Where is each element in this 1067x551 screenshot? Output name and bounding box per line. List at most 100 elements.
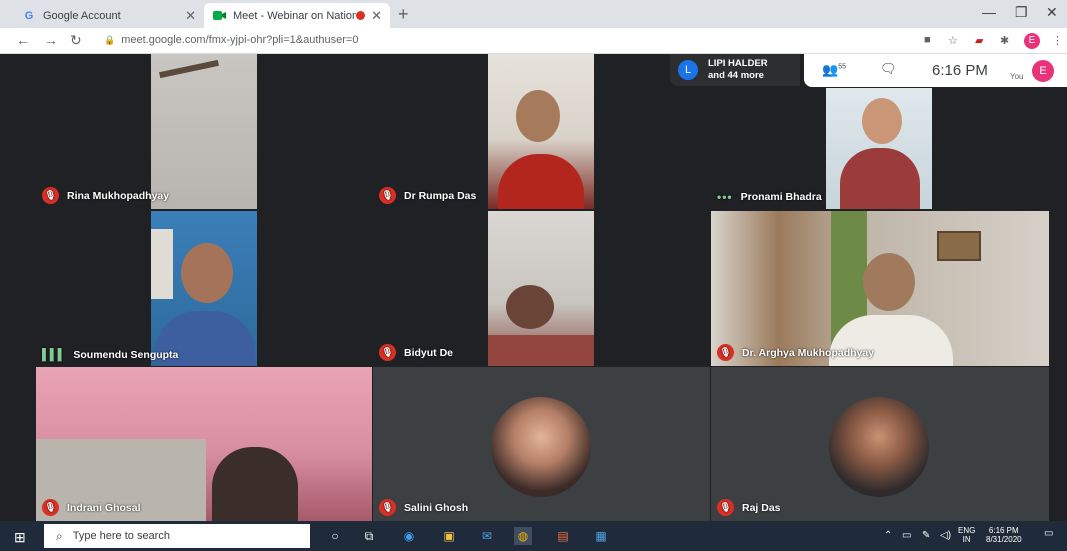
google-icon: G	[24, 9, 34, 22]
video-feed	[488, 211, 594, 366]
tab-label: Meet - Webinar on National	[233, 9, 357, 22]
participant-name: 🎙 Rina Mukhopadhyay	[42, 187, 169, 204]
mic-off-icon: 🎙	[42, 187, 59, 204]
face	[506, 285, 554, 329]
ceiling-fan-icon	[159, 59, 219, 79]
meet-icon	[212, 9, 226, 23]
url-field[interactable]: 🔒 meet.google.com/fmx-yjpi-ohr?pli=1&auth…	[104, 34, 358, 46]
back-icon[interactable]: ←	[16, 32, 30, 48]
face	[862, 98, 902, 144]
language-indicator[interactable]: ENG IN	[958, 526, 975, 544]
lock-icon: 🔒	[104, 35, 116, 45]
picture-frame	[937, 231, 981, 261]
participant-tile[interactable]: 🎙 Raj Das	[711, 367, 1049, 521]
face	[516, 90, 560, 142]
participant-avatar	[829, 397, 929, 497]
close-tab-icon[interactable]: ✕	[185, 8, 196, 24]
participant-tile[interactable]: 🎙 Rina Mukhopadhyay	[36, 54, 366, 209]
reload-icon[interactable]: ↻	[70, 32, 82, 49]
task-view-icon[interactable]: ⧉	[360, 527, 378, 545]
close-window-icon[interactable]: ✕	[1046, 4, 1058, 21]
mail-icon[interactable]: ✉	[478, 527, 496, 545]
mic-off-icon: 🎙	[379, 344, 396, 361]
participant-tile[interactable]: ▌▌▌ Soumendu Sengupta	[36, 211, 366, 366]
presenter-info: LIPI HALDER and 44 more	[708, 58, 768, 81]
address-bar: ← → ↻ 🔒 meet.google.com/fmx-yjpi-ohr?pli=…	[0, 28, 1067, 54]
participant-tile[interactable]: 🎙 Indrani Ghosal	[36, 367, 372, 521]
windows-taskbar: ⊞ ⌕ Type here to search ○ ⧉ ◉ ▣ ✉ ◍ ▤ ▦ …	[0, 521, 1067, 551]
video-feed	[826, 88, 932, 209]
menu-icon[interactable]: ⋮	[1052, 34, 1063, 47]
presenter-card[interactable]: L LIPI HALDER and 44 more	[670, 54, 800, 86]
participant-tile[interactable]: 🎙 Dr Rumpa Das	[373, 54, 703, 209]
browser-tab-strip: G Google Account ✕ Meet - Webinar on Nat…	[0, 0, 1067, 28]
photos-icon[interactable]: ▦	[592, 527, 610, 545]
participant-name: 🎙 Raj Das	[717, 499, 781, 516]
window	[151, 229, 173, 299]
speaking-icon: ▌▌▌	[42, 349, 66, 361]
participant-name: ••• Pronami Bhadra	[717, 190, 822, 204]
garment	[488, 335, 594, 366]
taskbar-clock[interactable]: 6:16 PM 8/31/2020	[986, 526, 1022, 544]
chrome-icon[interactable]: ◍	[514, 527, 532, 545]
video-feed	[151, 54, 257, 209]
volume-icon[interactable]: ◁)	[940, 530, 951, 541]
camera-icon[interactable]: ■	[924, 34, 931, 46]
face	[212, 447, 298, 521]
participant-name: 🎙 Bidyut De	[379, 344, 453, 361]
mic-off-icon: 🎙	[379, 187, 396, 204]
profile-avatar[interactable]: E	[1024, 33, 1040, 49]
notifications-icon[interactable]: ▭	[1044, 528, 1053, 539]
mic-off-icon: 🎙	[379, 499, 396, 516]
garment	[840, 148, 920, 209]
meeting-clock: 6:16 PM	[932, 62, 988, 79]
pen-icon[interactable]: ✎	[922, 530, 930, 541]
meet-top-bar: 👥55 🗨 6:16 PM You E	[804, 54, 1067, 87]
presenter-avatar: L	[678, 60, 698, 80]
pdf-extension-icon[interactable]: ▰	[975, 34, 983, 47]
participant-avatar	[491, 397, 591, 497]
cortana-icon[interactable]: ○	[326, 527, 344, 545]
edge-icon[interactable]: ◉	[400, 527, 418, 545]
ppt-icon[interactable]: ▤	[554, 527, 572, 545]
tab-google-account[interactable]: G Google Account ✕	[14, 3, 204, 28]
more-dots-icon: •••	[717, 190, 733, 204]
participant-name: 🎙 Dr Rumpa Das	[379, 187, 476, 204]
meet-video-grid: 🎙 Rina Mukhopadhyay 🎙 Dr Rumpa Das ••• Pron…	[0, 54, 1067, 521]
tab-label: Google Account	[43, 9, 121, 22]
face	[181, 243, 233, 303]
participant-name: ▌▌▌ Soumendu Sengupta	[42, 349, 179, 361]
participant-tile[interactable]: 🎙 Bidyut De	[373, 211, 703, 366]
mic-off-icon: 🎙	[717, 344, 734, 361]
chat-icon[interactable]: 🗨	[880, 61, 897, 77]
video-feed	[488, 54, 594, 209]
mic-off-icon: 🎙	[42, 499, 59, 516]
you-label: You	[1010, 72, 1024, 81]
taskbar-search-box[interactable]: ⌕ Type here to search	[44, 524, 310, 548]
forward-icon[interactable]: →	[44, 32, 58, 48]
close-tab-icon[interactable]: ✕	[371, 8, 382, 24]
search-icon: ⌕	[56, 528, 63, 543]
participant-name: 🎙 Salini Ghosh	[379, 499, 468, 516]
participant-tile[interactable]: 🎙 Salini Ghosh	[373, 367, 710, 521]
minimize-icon[interactable]: —	[982, 4, 996, 20]
store-icon[interactable]: ▣	[440, 527, 458, 545]
extensions-icon[interactable]: ✱	[1000, 34, 1009, 47]
garment	[498, 154, 584, 209]
windows-start-icon[interactable]: ⊞	[14, 529, 26, 546]
video-feed	[151, 211, 257, 366]
tab-meet[interactable]: Meet - Webinar on National ✕	[204, 3, 390, 28]
star-icon[interactable]: ☆	[948, 34, 958, 47]
maximize-icon[interactable]: ❐	[1015, 4, 1028, 21]
participants-button[interactable]: 👥55	[822, 62, 846, 78]
network-icon[interactable]: ▭	[902, 530, 911, 541]
mic-off-icon: 🎙	[717, 499, 734, 516]
face	[863, 253, 915, 311]
new-tab-button[interactable]: +	[398, 4, 409, 25]
tray-chevron-icon[interactable]: ⌃	[884, 530, 892, 541]
recording-indicator-icon	[356, 11, 366, 20]
search-placeholder: Type here to search	[72, 530, 170, 542]
participant-tile[interactable]: 🎙 Dr. Arghya Mukhopadhyay	[711, 211, 1049, 366]
url-text: meet.google.com/fmx-yjpi-ohr?pli=1&authu…	[121, 34, 359, 46]
user-avatar[interactable]: E	[1032, 60, 1054, 82]
